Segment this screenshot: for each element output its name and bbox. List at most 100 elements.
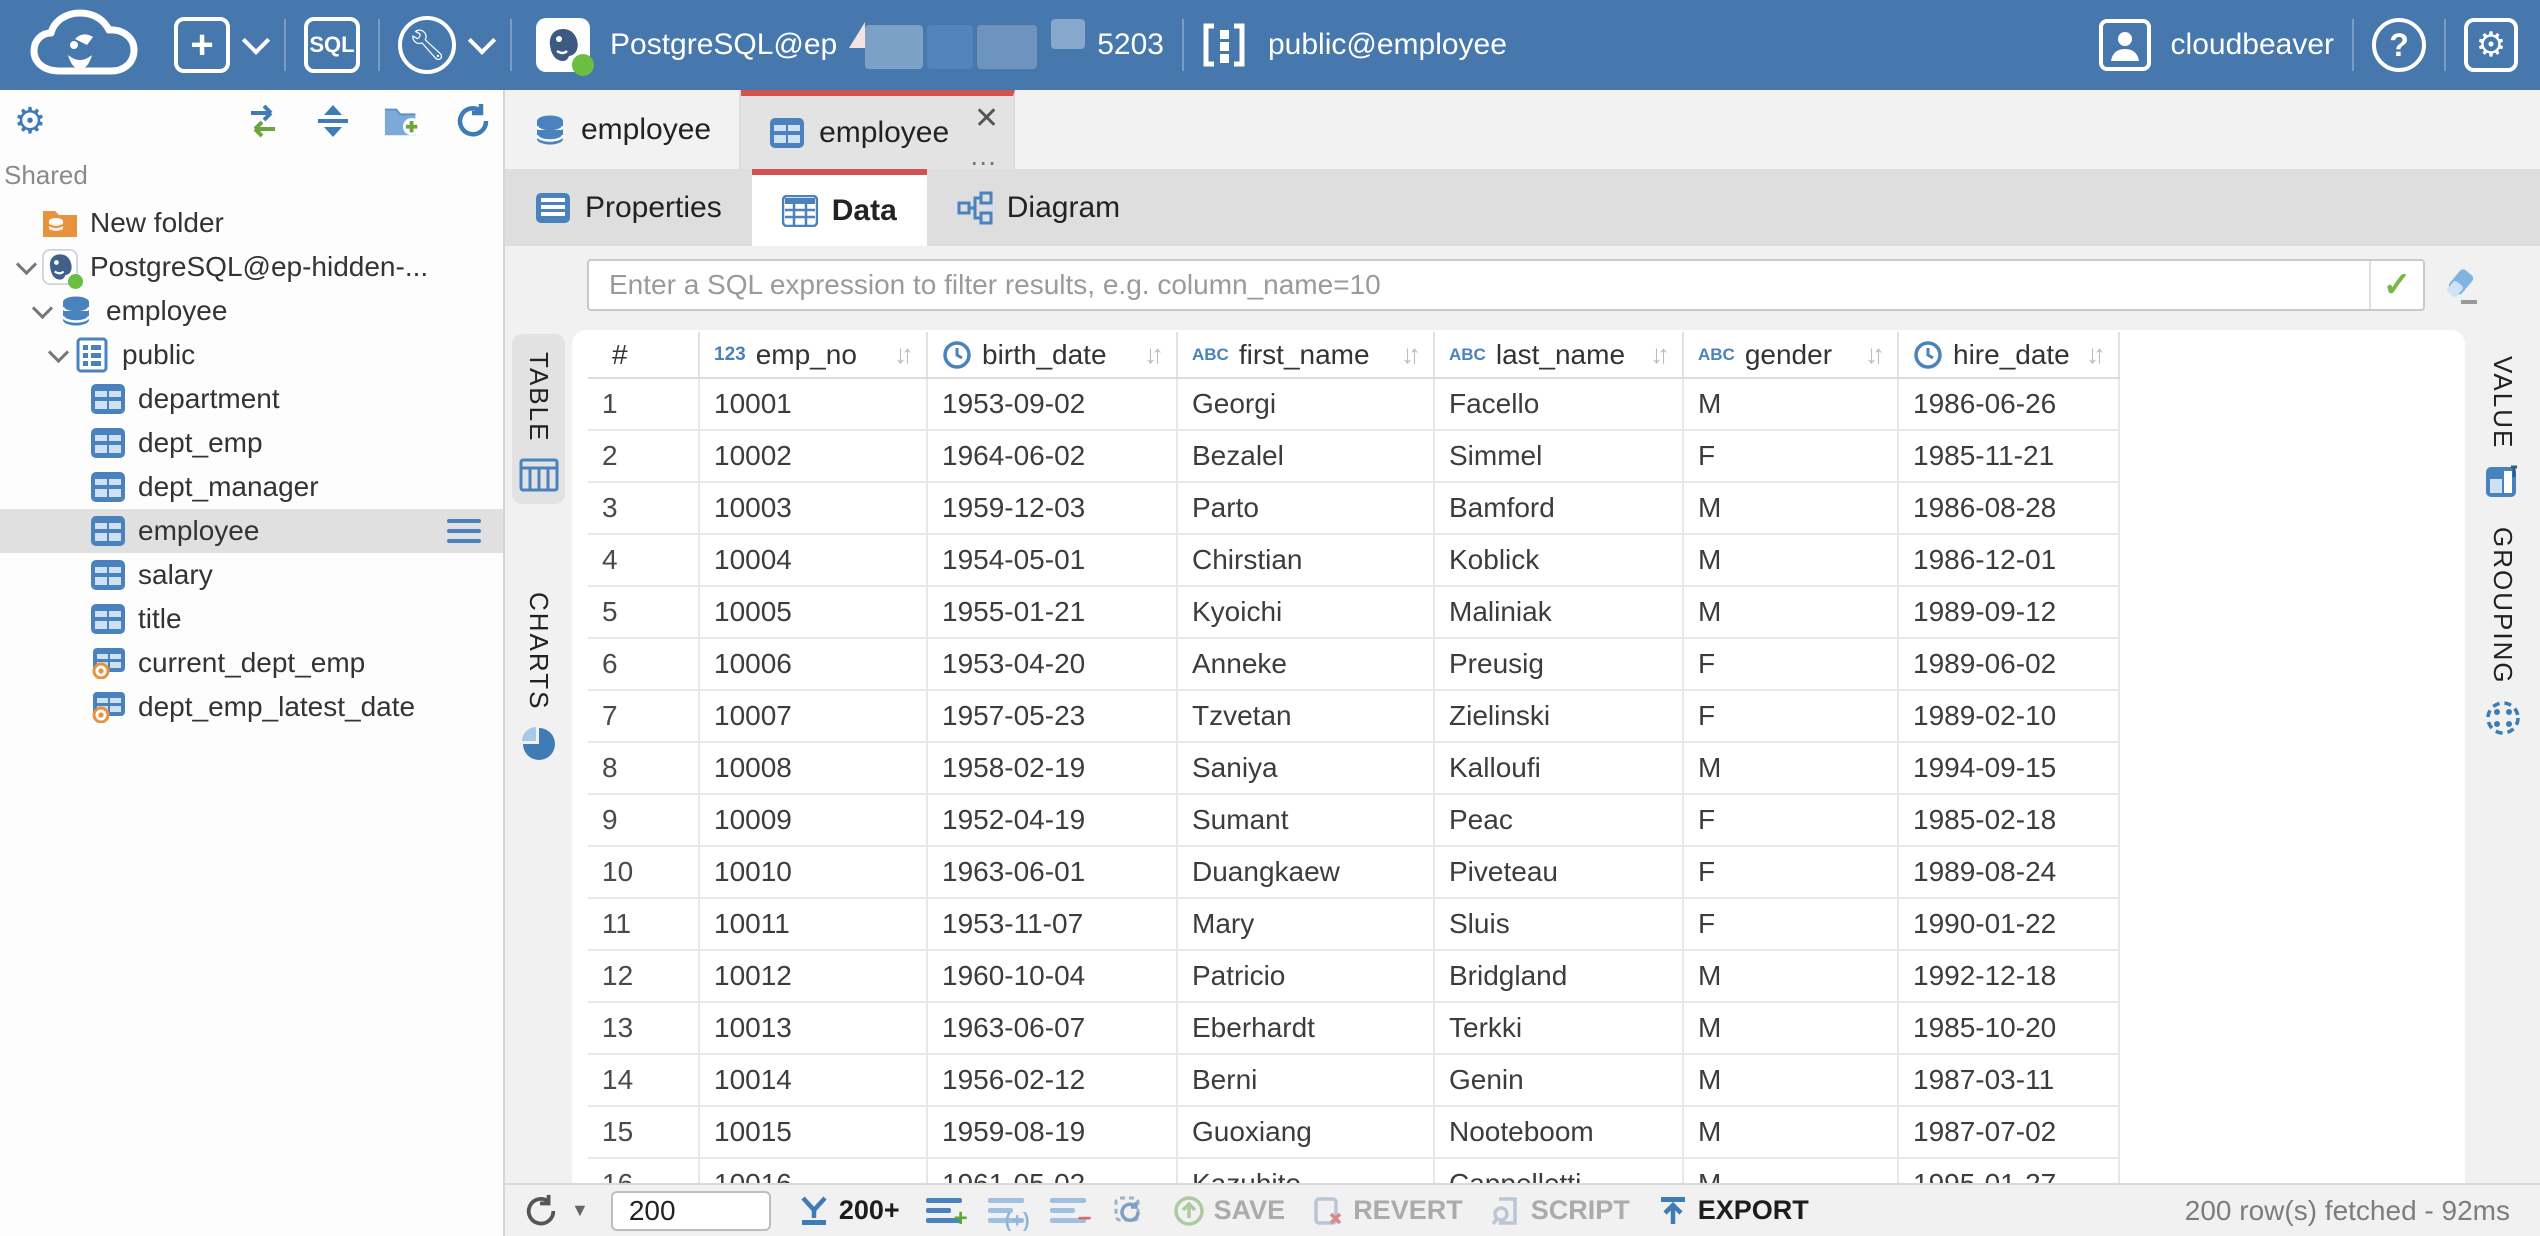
cell-birth_date[interactable]: 1958-02-19 [928, 743, 1178, 793]
sort-arrows-icon[interactable]: ↓↑ [1865, 339, 1887, 370]
cell-last_name[interactable]: Terkki [1435, 1003, 1684, 1053]
sort-arrows-icon[interactable]: ↓↑ [1401, 339, 1423, 370]
editor-tab-employee-1[interactable]: employee✕… [741, 90, 1015, 169]
cell-emp_no[interactable]: 10012 [700, 951, 928, 1001]
cell-birth_date[interactable]: 1955-01-21 [928, 587, 1178, 637]
close-tab-icon[interactable]: ✕ [974, 104, 999, 134]
sort-arrows-icon[interactable]: ↓↑ [1650, 339, 1672, 370]
auto-refresh-button[interactable] [1112, 1194, 1146, 1228]
tree-item-dept-manager[interactable]: dept_manager [0, 465, 503, 509]
cell-gender[interactable]: M [1684, 535, 1899, 585]
cell-emp_no[interactable]: 10002 [700, 431, 928, 481]
cell-birth_date[interactable]: 1953-09-02 [928, 379, 1178, 429]
cell-gender[interactable]: F [1684, 847, 1899, 897]
new-folder-icon[interactable] [383, 101, 423, 141]
cell-last_name[interactable]: Peac [1435, 795, 1684, 845]
column-header-emp_no[interactable]: 123emp_no↓↑ [700, 332, 928, 377]
cell-first_name[interactable]: Kyoichi [1178, 587, 1435, 637]
tab-diagram[interactable]: Diagram [927, 169, 1150, 246]
new-connection-button[interactable]: + [174, 17, 266, 73]
cell-gender[interactable]: M [1684, 587, 1899, 637]
cell-hire_date[interactable]: 1994-09-15 [1899, 743, 2120, 793]
duplicate-row-button[interactable]: (+) [988, 1198, 1024, 1223]
cell-first_name[interactable]: Anneke [1178, 639, 1435, 689]
cell-first_name[interactable]: Patricio [1178, 951, 1435, 1001]
cell-first_name[interactable]: Berni [1178, 1055, 1435, 1105]
tree-item-public[interactable]: public [0, 333, 503, 377]
cell-birth_date[interactable]: 1952-04-19 [928, 795, 1178, 845]
cell-birth_date[interactable]: 1954-05-01 [928, 535, 1178, 585]
cell-gender[interactable]: M [1684, 1055, 1899, 1105]
cell-hire_date[interactable]: 1987-07-02 [1899, 1107, 2120, 1157]
cell-first_name[interactable]: Bezalel [1178, 431, 1435, 481]
cell-hire_date[interactable]: 1990-01-22 [1899, 899, 2120, 949]
cell-last_name[interactable]: Piveteau [1435, 847, 1684, 897]
sidebar-settings-gear-icon[interactable]: ⚙︎ [10, 101, 50, 141]
cell-gender[interactable]: M [1684, 951, 1899, 1001]
column-header-hire_date[interactable]: hire_date↓↑ [1899, 332, 2120, 377]
cell-first_name[interactable]: Chirstian [1178, 535, 1435, 585]
cell-last_name[interactable]: Bridgland [1435, 951, 1684, 1001]
tree-item-dept-emp[interactable]: dept_emp [0, 421, 503, 465]
cell-last_name[interactable]: Zielinski [1435, 691, 1684, 741]
sql-filter-input[interactable] [589, 269, 2369, 301]
column-header-first_name[interactable]: ABCfirst_name↓↑ [1178, 332, 1435, 377]
cell-emp_no[interactable]: 10013 [700, 1003, 928, 1053]
cell-last_name[interactable]: Bamford [1435, 483, 1684, 533]
cell-hire_date[interactable]: 1985-10-20 [1899, 1003, 2120, 1053]
cell-hire_date[interactable]: 1992-12-18 [1899, 951, 2120, 1001]
script-button[interactable]: SCRIPT [1489, 1194, 1630, 1228]
cell-gender[interactable]: M [1684, 1003, 1899, 1053]
presentation-tab-table[interactable]: TABLE [512, 334, 565, 504]
cell-emp_no[interactable]: 10008 [700, 743, 928, 793]
cell-birth_date[interactable]: 1963-06-07 [928, 1003, 1178, 1053]
sort-arrows-icon[interactable]: ↓↑ [2086, 339, 2108, 370]
tab-properties[interactable]: Properties [505, 169, 752, 246]
presentation-tab-charts[interactable]: CHARTS [512, 574, 565, 774]
cell-hire_date[interactable]: 1985-02-18 [1899, 795, 2120, 845]
tools-menu-button[interactable]: 🔧︎ [398, 16, 492, 74]
help-button[interactable]: ? [2372, 18, 2426, 72]
cell-last_name[interactable]: Preusig [1435, 639, 1684, 689]
cell-emp_no[interactable]: 10011 [700, 899, 928, 949]
tree-item-employee[interactable]: employee [0, 509, 503, 553]
cell-emp_no[interactable]: 10009 [700, 795, 928, 845]
cell-first_name[interactable]: Eberhardt [1178, 1003, 1435, 1053]
cell-first_name[interactable]: Georgi [1178, 379, 1435, 429]
cell-emp_no[interactable]: 10005 [700, 587, 928, 637]
cell-first_name[interactable]: Duangkaew [1178, 847, 1435, 897]
cell-birth_date[interactable]: 1957-05-23 [928, 691, 1178, 741]
cell-last_name[interactable]: Simmel [1435, 431, 1684, 481]
cell-gender[interactable]: M [1684, 379, 1899, 429]
cell-first_name[interactable]: Guoxiang [1178, 1107, 1435, 1157]
schema-selector[interactable]: public@employee [1202, 22, 1507, 68]
side-panel-tab-value[interactable]: VALUE [2484, 356, 2522, 501]
cell-hire_date[interactable]: 1985-11-21 [1899, 431, 2120, 481]
side-panel-tab-grouping[interactable]: GROUPING [2484, 527, 2522, 737]
cell-last_name[interactable]: Koblick [1435, 535, 1684, 585]
cell-birth_date[interactable]: 1964-06-02 [928, 431, 1178, 481]
cell-last_name[interactable]: Maliniak [1435, 587, 1684, 637]
cell-birth_date[interactable]: 1953-04-20 [928, 639, 1178, 689]
chevron-down-icon[interactable] [42, 351, 74, 360]
fetch-size-input[interactable] [611, 1191, 771, 1231]
cell-gender[interactable]: F [1684, 691, 1899, 741]
tab-data[interactable]: Data [752, 169, 927, 246]
sync-selection-icon[interactable] [243, 101, 283, 141]
cell-gender[interactable]: F [1684, 639, 1899, 689]
chevron-down-icon[interactable] [26, 307, 58, 316]
save-button[interactable]: SAVE [1172, 1194, 1286, 1228]
cell-hire_date[interactable]: 1987-03-11 [1899, 1055, 2120, 1105]
collapse-all-icon[interactable] [313, 101, 353, 141]
cell-birth_date[interactable]: 1956-02-12 [928, 1055, 1178, 1105]
column-header-birth_date[interactable]: birth_date↓↑ [928, 332, 1178, 377]
tree-item-employee[interactable]: employee [0, 289, 503, 333]
sort-arrows-icon[interactable]: ↓↑ [894, 339, 916, 370]
cell-emp_no[interactable]: 10006 [700, 639, 928, 689]
cell-gender[interactable]: F [1684, 431, 1899, 481]
column-header-gender[interactable]: ABCgender↓↑ [1684, 332, 1899, 377]
cell-first_name[interactable]: Mary [1178, 899, 1435, 949]
fetch-more-button[interactable]: 200+ [797, 1194, 900, 1228]
cell-birth_date[interactable]: 1959-12-03 [928, 483, 1178, 533]
cell-first_name[interactable]: Tzvetan [1178, 691, 1435, 741]
